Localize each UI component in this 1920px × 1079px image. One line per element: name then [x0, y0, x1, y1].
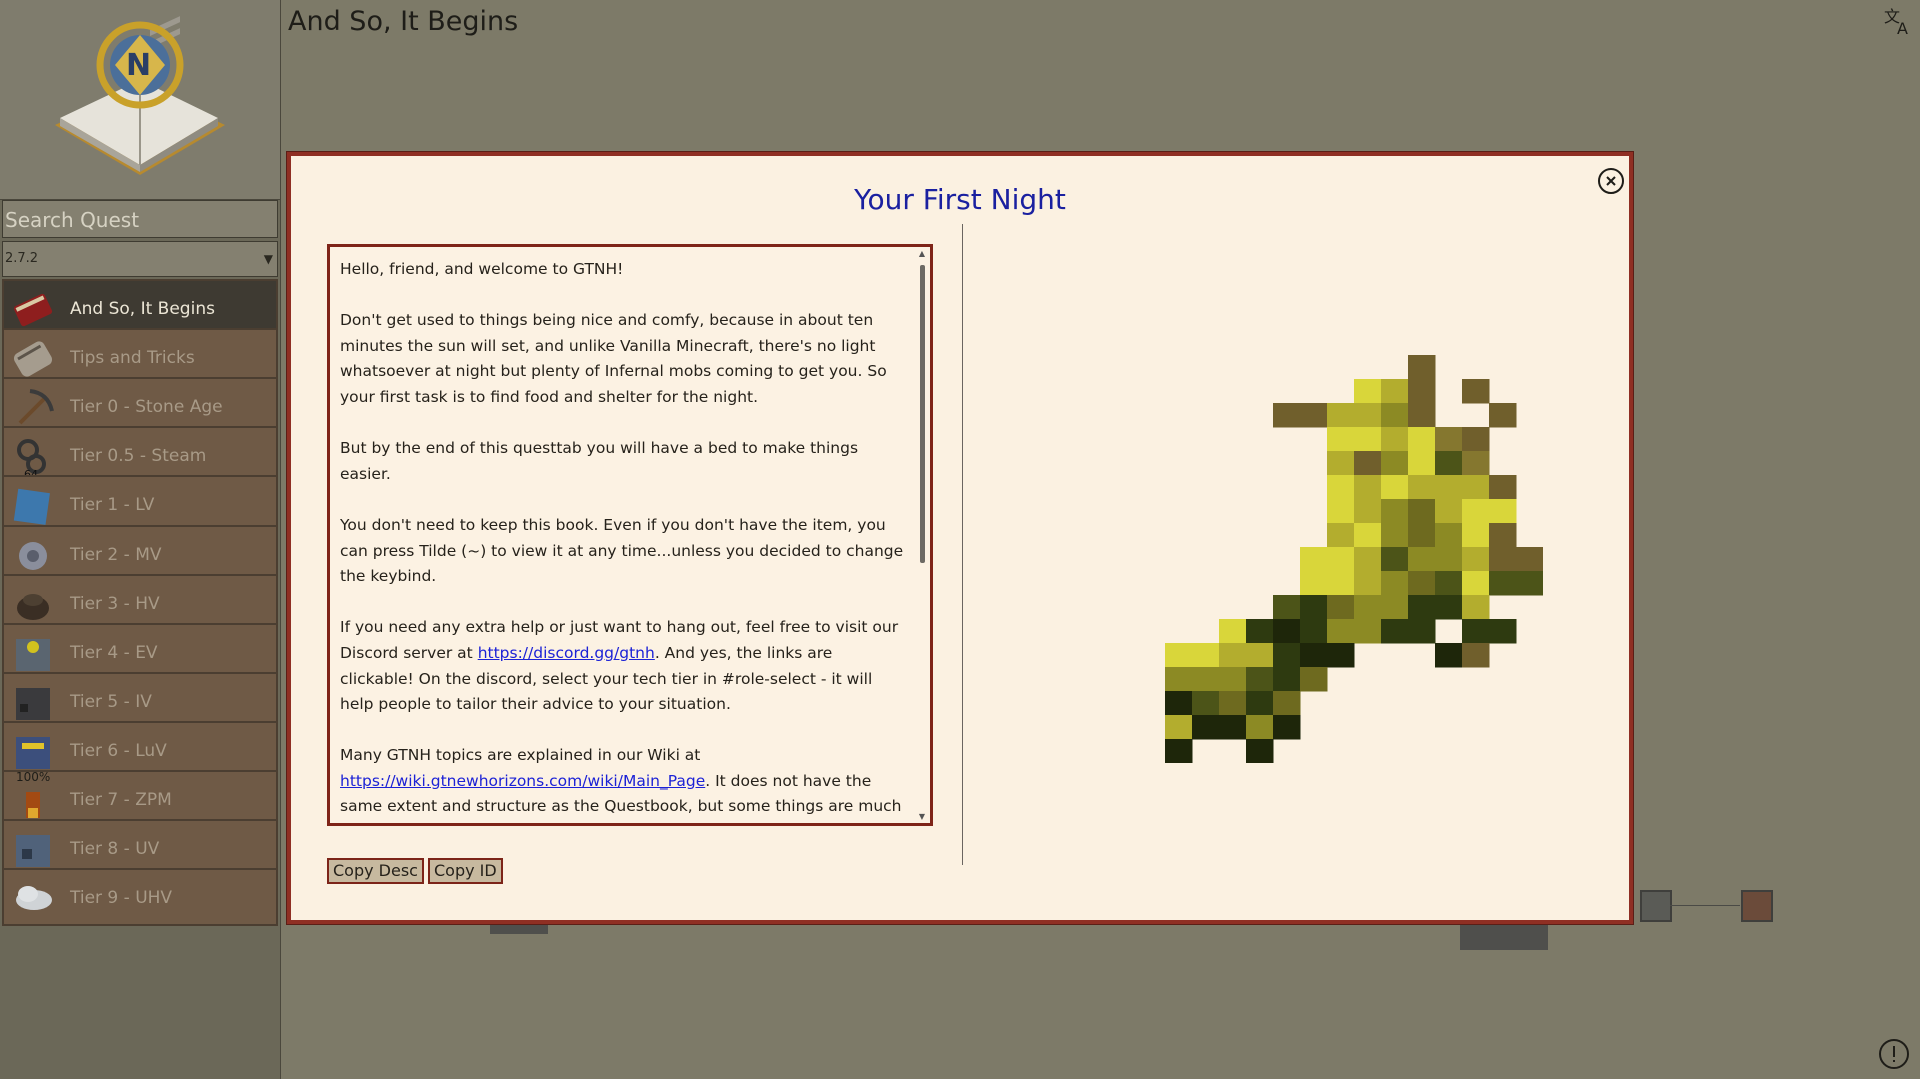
translate-icon[interactable]: 文 A [1884, 6, 1914, 36]
gtnh-book-logo-icon: N [55, 16, 225, 175]
quest-sidebar: N Search Quest 2.7.2 ▼ And So, It Begins… [0, 0, 281, 1079]
quest-dialog: Your First Night Hello, friend, and welc… [287, 152, 1633, 924]
discord-link[interactable]: https://discord.gg/gtnh [478, 644, 655, 662]
description-text: Many GTNH topics are explained in our Wi… [340, 746, 701, 765]
version-select[interactable]: 2.7.2 ▼ [2, 241, 278, 277]
cloud-icon [10, 876, 56, 922]
blue-plate-icon [10, 483, 56, 529]
sidebar-item-label: Tier 9 - UHV [70, 888, 173, 909]
description-scrollbar[interactable]: ▲ ▼ [916, 249, 928, 821]
quest-description-text: Hello, friend, and welcome to GTNH! Don'… [340, 257, 910, 823]
quest-connector [1670, 905, 1740, 906]
svg-text:A: A [1897, 19, 1908, 36]
chevron-down-icon: ▼ [263, 252, 273, 266]
svg-text:N: N [126, 48, 151, 83]
quest-description-panel[interactable]: Hello, friend, and welcome to GTNH! Don'… [327, 244, 933, 826]
steam-pipe-icon: 64 [10, 434, 56, 481]
red-book-icon [10, 287, 56, 333]
zpm-icon [10, 778, 56, 824]
panel-divider [962, 224, 963, 865]
description-paragraph: If you need any extra help or just want … [340, 615, 910, 717]
logo-panel: N [0, 0, 280, 200]
scroll-icon [10, 336, 56, 382]
scroll-up-icon[interactable]: ▲ [916, 249, 928, 258]
blue-machine-icon [10, 729, 56, 775]
radiation-machine-icon [10, 631, 56, 677]
pickaxe-icon [10, 385, 56, 431]
version-value: 2.7.2 [5, 251, 39, 266]
steel-machine-icon [10, 827, 56, 873]
coil-icon [10, 582, 56, 628]
quest-node[interactable] [1640, 890, 1672, 922]
quest-node-base [1460, 924, 1548, 950]
close-icon[interactable] [1597, 167, 1625, 195]
sidebar-item-tier-9-uhv[interactable]: Tier 9 - UHV [2, 868, 278, 927]
wiki-link[interactable]: https://wiki.gtnewhorizons.com/wiki/Main… [340, 772, 705, 790]
description-paragraph: Many GTNH topics are explained in our Wi… [340, 743, 910, 820]
copy-desc-button[interactable]: Copy Desc [327, 858, 424, 884]
quest-node[interactable] [1741, 890, 1773, 922]
search-quest-input[interactable]: Search Quest [2, 200, 278, 238]
scroll-down-icon[interactable]: ▼ [916, 812, 928, 821]
tier-badge: 100% [16, 770, 51, 784]
page-title: And So, It Begins [288, 6, 519, 37]
description-paragraph: You don't need to keep this book. Even i… [340, 515, 904, 586]
dark-machine-icon [10, 680, 56, 726]
quest-title: Your First Night [854, 183, 1066, 216]
scroll-thumb[interactable] [920, 265, 925, 563]
gear-icon [10, 533, 56, 579]
description-paragraph: Don't get used to things being nice and … [340, 311, 887, 406]
quest-node-base [490, 924, 548, 934]
info-icon[interactable] [1878, 1038, 1910, 1070]
description-paragraph: But by the end of this questtab you will… [340, 439, 859, 483]
grass-fiber-icon [1165, 355, 1543, 763]
description-paragraph: Hello, friend, and welcome to GTNH! [340, 260, 624, 278]
copy-id-button[interactable]: Copy ID [428, 858, 503, 884]
